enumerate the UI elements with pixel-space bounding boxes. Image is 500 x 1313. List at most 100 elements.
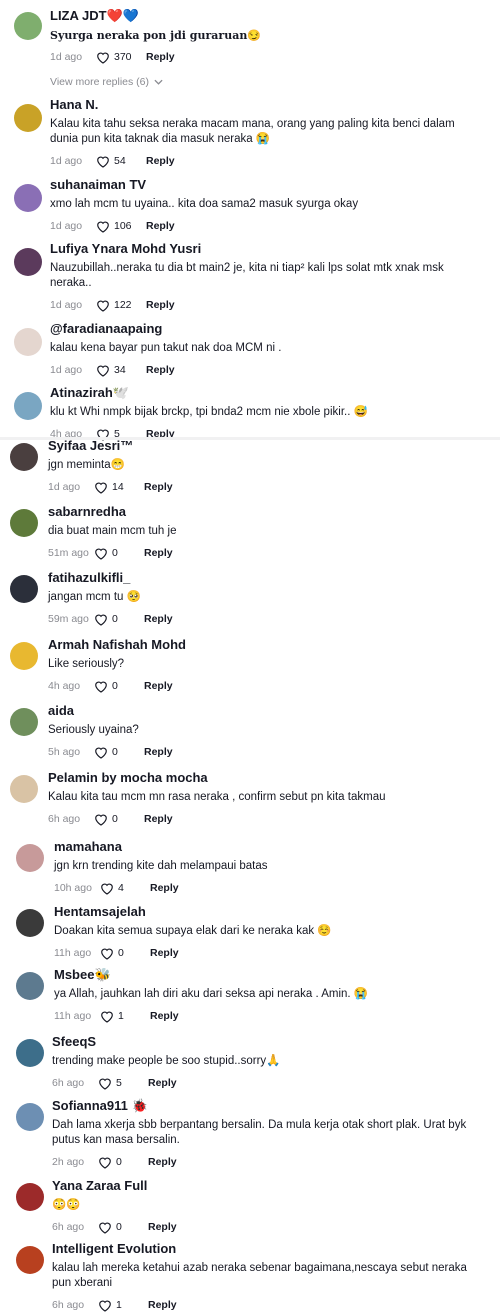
like-button[interactable]: 5 [98, 1077, 148, 1090]
comment-content: Pelamin by mocha mocha Kalau kita tau mcm… [48, 770, 480, 827]
avatar[interactable] [10, 509, 38, 537]
reply-button[interactable]: Reply [146, 155, 175, 167]
reply-button[interactable]: Reply [144, 613, 173, 625]
avatar[interactable] [14, 184, 42, 212]
reply-button[interactable]: Reply [146, 299, 175, 311]
comment-meta: 1d ago 14 Reply [48, 479, 480, 495]
like-count: 370 [114, 51, 132, 63]
timestamp: 51m ago [48, 547, 89, 559]
comment-text: Like seriously? [48, 658, 125, 670]
reply-button[interactable]: Reply [144, 746, 173, 758]
username[interactable]: Syifaa Jesri™ [48, 438, 480, 454]
avatar[interactable] [14, 392, 42, 420]
reply-button[interactable]: Reply [150, 1010, 179, 1022]
like-button[interactable]: 0 [94, 613, 144, 626]
like-button[interactable]: 0 [100, 947, 150, 960]
reply-button[interactable]: Reply [146, 51, 175, 63]
avatar[interactable] [16, 1039, 44, 1067]
username[interactable]: Atinazirah🕊️ [50, 385, 480, 401]
like-button[interactable]: 0 [94, 547, 144, 560]
avatar[interactable] [16, 1246, 44, 1274]
username[interactable]: LIZA JDT❤️💙 [50, 8, 480, 24]
username[interactable]: @faradianaapaing [50, 321, 480, 337]
reply-button[interactable]: Reply [146, 220, 175, 232]
like-button[interactable]: 0 [98, 1156, 148, 1169]
like-button[interactable]: 122 [96, 299, 146, 312]
like-button[interactable]: 0 [94, 746, 144, 759]
comment-meta: 59m ago 0 Reply [48, 611, 480, 627]
username[interactable]: mamahana [54, 839, 480, 855]
avatar[interactable] [14, 328, 42, 356]
reply-button[interactable]: Reply [148, 1077, 177, 1089]
username[interactable]: Intelligent Evolution [52, 1241, 480, 1257]
like-count: 0 [118, 947, 124, 959]
comment-text: Dah lama xkerja sbb berpantang bersalin.… [52, 1119, 467, 1146]
like-button[interactable]: 0 [98, 1221, 148, 1234]
heart-icon [94, 813, 112, 826]
comment-text: Seriously uyaina? [48, 724, 139, 736]
comment-content: suhanaiman TV xmo lah mcm tu uyaina.. kit… [50, 177, 480, 234]
view-more-replies-button[interactable]: View more replies (6) [50, 76, 163, 88]
reply-button[interactable]: Reply [146, 364, 175, 376]
like-count: 0 [116, 1221, 122, 1233]
avatar[interactable] [16, 909, 44, 937]
reply-button[interactable]: Reply [148, 1156, 177, 1168]
like-button[interactable]: 1 [100, 1010, 150, 1023]
avatar[interactable] [14, 12, 42, 40]
avatar[interactable] [16, 1183, 44, 1211]
timestamp: 1d ago [50, 155, 83, 167]
reply-button[interactable]: Reply [144, 547, 173, 559]
reply-button[interactable]: Reply [144, 680, 173, 692]
avatar[interactable] [14, 248, 42, 276]
comment-content: Yana Zaraa Full 😳😳 6h ago 0 Reply [52, 1178, 480, 1235]
avatar[interactable] [10, 642, 38, 670]
reply-button[interactable]: Reply [150, 947, 179, 959]
like-button[interactable]: 14 [94, 481, 144, 494]
username[interactable]: Hentamsajelah [54, 904, 480, 920]
avatar[interactable] [10, 775, 38, 803]
like-button[interactable]: 1 [98, 1299, 148, 1312]
view-more-label: View more replies (6) [50, 76, 150, 88]
comment-text: Doakan kita semua supaya elak dari ke ne… [54, 925, 332, 937]
username[interactable]: Lufiya Ynara Mohd Yusri [50, 241, 480, 257]
username[interactable]: Hana N. [50, 97, 480, 113]
like-count: 0 [112, 813, 118, 825]
username[interactable]: Sofianna911 🐞 [52, 1098, 480, 1114]
avatar[interactable] [16, 844, 44, 872]
like-button[interactable]: 0 [94, 813, 144, 826]
like-button[interactable]: 106 [96, 220, 146, 233]
username[interactable]: aida [48, 703, 480, 719]
username[interactable]: suhanaiman TV [50, 177, 480, 193]
reply-button[interactable]: Reply [144, 481, 173, 493]
avatar[interactable] [10, 575, 38, 603]
avatar[interactable] [10, 443, 38, 471]
avatar[interactable] [16, 1103, 44, 1131]
like-count: 14 [112, 481, 124, 493]
reply-button[interactable]: Reply [148, 1299, 177, 1311]
like-button[interactable]: 54 [96, 155, 146, 168]
username[interactable]: SfeeqS [52, 1034, 480, 1050]
username[interactable]: Yana Zaraa Full [52, 1178, 480, 1194]
reply-button[interactable]: Reply [144, 813, 173, 825]
like-button[interactable]: 0 [94, 680, 144, 693]
heart-icon [96, 220, 114, 233]
like-count: 1 [116, 1299, 122, 1311]
avatar[interactable] [16, 972, 44, 1000]
comment-meta: 1d ago 54 Reply [50, 153, 480, 169]
like-count: 5 [116, 1077, 122, 1089]
like-button[interactable]: 370 [96, 51, 146, 64]
comment-content: Msbee🐝 ya Allah, jauhkan lah diri aku dar… [54, 967, 480, 1024]
username[interactable]: sabarnredha [48, 504, 480, 520]
username[interactable]: Msbee🐝 [54, 967, 480, 983]
reply-button[interactable]: Reply [150, 882, 179, 894]
username[interactable]: Armah Nafishah Mohd [48, 637, 480, 653]
comment-text: ya Allah, jauhkan lah diri aku dari seks… [54, 988, 369, 1000]
avatar[interactable] [10, 708, 38, 736]
like-button[interactable]: 34 [96, 364, 146, 377]
comment-text: Kalau kita tahu seksa neraka macam mana,… [50, 118, 455, 145]
username[interactable]: fatihazulkifli_ [48, 570, 480, 586]
reply-button[interactable]: Reply [148, 1221, 177, 1233]
like-button[interactable]: 4 [100, 882, 150, 895]
avatar[interactable] [14, 104, 42, 132]
username[interactable]: Pelamin by mocha mocha [48, 770, 480, 786]
